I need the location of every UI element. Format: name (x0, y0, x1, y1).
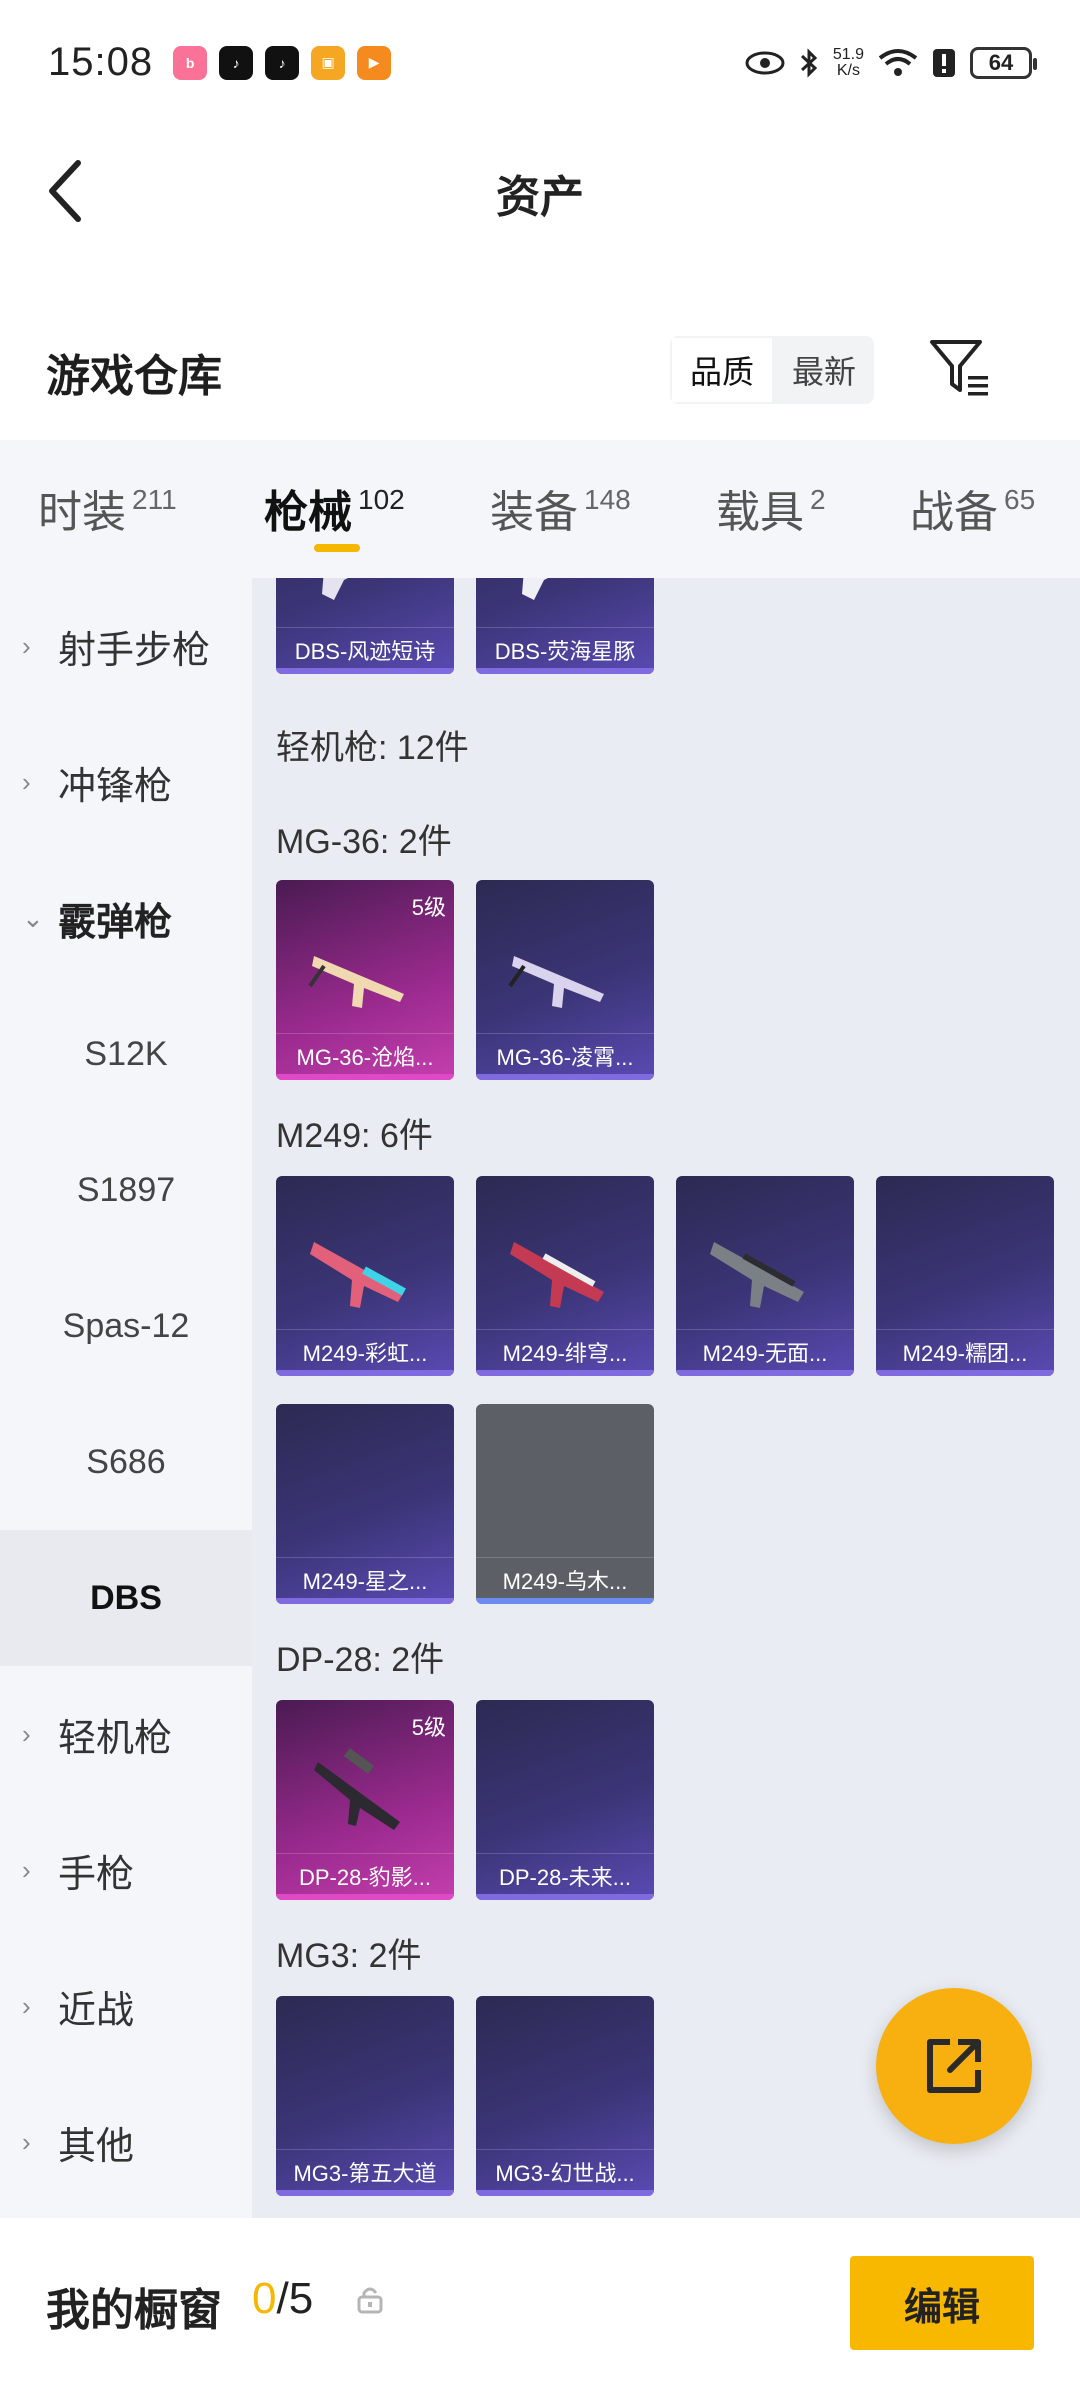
tab-fashion[interactable]: 时装 211 (38, 476, 177, 540)
sidebar-item-dbs[interactable]: DBS (0, 1530, 252, 1666)
machine-gun-icon (710, 1242, 804, 1308)
warehouse-header: 游戏仓库 品质 最新 (0, 320, 1080, 440)
video-icon: ▶ (357, 45, 392, 80)
eye-icon (745, 51, 785, 74)
item-card[interactable]: M249-乌木... (476, 1404, 654, 1604)
item-card[interactable]: 5级 DP-28-豹影... (276, 1700, 454, 1900)
battery-icon: 64 (970, 46, 1037, 79)
page-title: 资产 (496, 173, 584, 222)
group-label: DP-28: 2件 (276, 1641, 445, 1679)
item-card[interactable]: M249-无面... (676, 1176, 854, 1376)
system-icons: 51.9 K/s 64 (745, 45, 1037, 79)
tab-equipment[interactable]: 装备 148 (490, 476, 631, 540)
sidebar-item-lmg[interactable]: › 轻机枪 (0, 1666, 252, 1802)
bilibili-icon: b (173, 45, 208, 80)
sidebar-item-s1897[interactable]: S1897 (0, 1122, 252, 1258)
tab-weapons[interactable]: 枪械 102 (264, 476, 405, 540)
machine-gun-icon (510, 1242, 604, 1308)
external-link-icon (927, 2039, 981, 2093)
lock-icon (357, 2287, 383, 2314)
chevron-right-icon: › (22, 1990, 31, 2021)
shotgun-icon (322, 578, 348, 600)
item-card[interactable]: MG3-幻世战... (476, 1996, 654, 2196)
machine-gun-icon (508, 956, 604, 1008)
item-card[interactable]: 5级 MG-36-沧焰... (276, 880, 454, 1080)
sidebar-item-other[interactable]: › 其他 (0, 2074, 252, 2210)
chevron-right-icon: › (22, 630, 31, 661)
item-card[interactable]: DBS-荧海星豚 (476, 578, 654, 674)
group-label: MG3: 2件 (276, 1937, 422, 1975)
sort-toggle: 品质 最新 (670, 336, 874, 404)
item-card[interactable]: M249-彩虹... (276, 1176, 454, 1376)
item-card[interactable]: MG-36-凌霄... (476, 880, 654, 1080)
sidebar-item-pistol[interactable]: › 手枪 (0, 1802, 252, 1938)
status-bar: 15:08 b ♪ ♪ ▣ ▶ 51.9 K/s 64 (0, 0, 1080, 125)
group-label: MG-36: 2件 (276, 823, 452, 861)
tab-vehicles[interactable]: 载具 2 (716, 476, 826, 540)
showcase-bar: 我的橱窗 0/5 编辑 (0, 2218, 1080, 2382)
item-card[interactable]: M249-糯团... (876, 1176, 1054, 1376)
tiktok-icon: ♪ (265, 45, 300, 80)
sidebar-item-s12k[interactable]: S12K (0, 986, 252, 1122)
item-card[interactable]: MG3-第五大道 (276, 1996, 454, 2196)
category-count-label: 轻机枪: 12件 (276, 729, 469, 767)
sort-quality-button[interactable]: 品质 (670, 336, 774, 404)
item-card[interactable]: DBS-风迹短诗 (276, 578, 454, 674)
showcase-label: 我的橱窗 (46, 2286, 222, 2335)
chevron-right-icon: › (22, 1854, 31, 1885)
item-grid: DBS-风迹短诗 DBS-荧海星豚 轻机枪: 12件 MG-36: 2件 5级 … (252, 578, 1080, 2218)
shotgun-icon (522, 578, 548, 600)
sort-latest-button[interactable]: 最新 (774, 336, 874, 404)
chevron-right-icon: › (22, 1718, 31, 1749)
filter-icon (930, 340, 988, 396)
machine-gun-icon (310, 1242, 406, 1308)
sidebar-item-s686[interactable]: S686 (0, 1394, 252, 1530)
showcase-count: 0/5 (252, 2274, 314, 2323)
clock: 15:08 (48, 40, 154, 84)
chevron-right-icon: › (22, 2126, 31, 2157)
chevron-right-icon: › (22, 766, 31, 797)
active-tab-indicator (314, 544, 360, 552)
warehouse-title: 游戏仓库 (46, 352, 222, 401)
chevron-down-icon: ⌄ (22, 902, 44, 933)
item-card[interactable]: M249-星之... (276, 1404, 454, 1604)
group-label: M249: 6件 (276, 1117, 433, 1155)
machine-gun-icon (308, 956, 404, 1008)
tab-supplies[interactable]: 战备 65 (910, 476, 1035, 540)
item-card[interactable]: DP-28-未来... (476, 1700, 654, 1900)
notification-icons: b ♪ ♪ ▣ ▶ (173, 45, 392, 80)
sidebar-item-shotgun[interactable]: ⌄ 霰弹枪 (0, 850, 252, 986)
header: 资产 (0, 125, 1080, 255)
bluetooth-icon (800, 47, 818, 78)
category-tabs: 时装 211 枪械 102 装备 148 载具 2 战备 65 (0, 440, 1080, 578)
share-button[interactable] (876, 1988, 1032, 2144)
sidebar-item-melee[interactable]: › 近战 (0, 1938, 252, 2074)
sidebar-item-spas-12[interactable]: Spas-12 (0, 1258, 252, 1394)
alert-icon (933, 48, 955, 77)
wifi-icon (878, 48, 918, 76)
sidebar: › 射手步枪 › 冲锋枪 ⌄ 霰弹枪 S12K S1897 Spas-12 S686 … (0, 578, 252, 2218)
net-speed: 51.9 K/s (832, 45, 864, 79)
rifle-icon (314, 1748, 400, 1830)
sidebar-item-smg[interactable]: › 冲锋枪 (0, 714, 252, 850)
game-icon: ▣ (311, 45, 346, 80)
sidebar-item-marksman-rifle[interactable]: › 射手步枪 (0, 578, 252, 714)
edit-button[interactable]: 编辑 (850, 2256, 1034, 2350)
tiktok-icon: ♪ (219, 45, 254, 80)
filter-button[interactable] (928, 336, 992, 400)
item-card[interactable]: M249-绯穹... (476, 1176, 654, 1376)
